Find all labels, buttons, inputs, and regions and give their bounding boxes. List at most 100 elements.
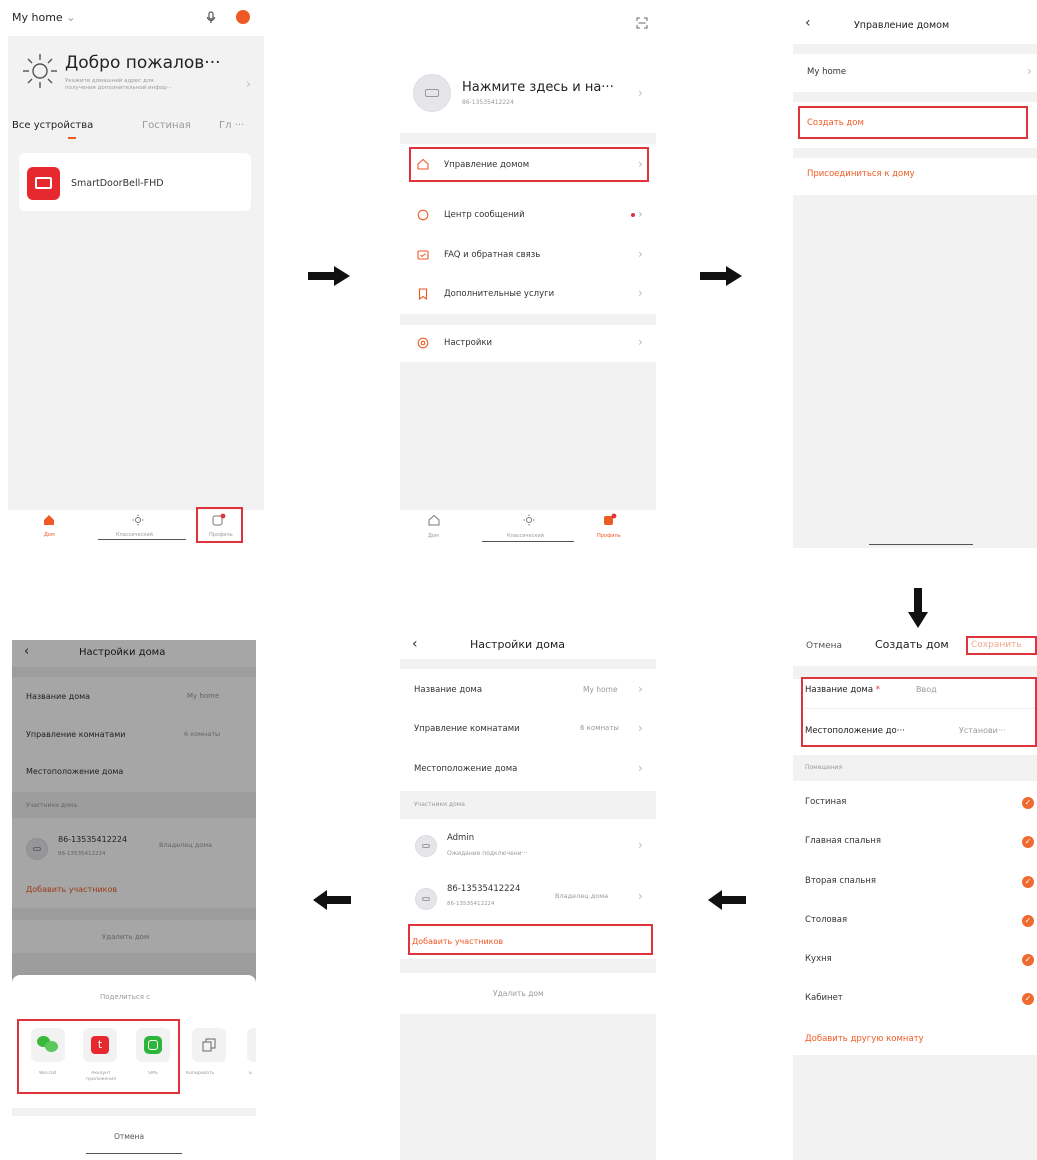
tab-living-room[interactable]: Гостиная	[142, 120, 191, 131]
rooms-header: Помещения	[805, 764, 843, 771]
avatar	[415, 888, 437, 910]
arrow-right-icon	[700, 266, 742, 286]
nav-classic-label: Классический	[116, 532, 153, 538]
menu-message-center[interactable]: Центр сообщений	[444, 210, 525, 220]
copy-icon	[202, 1038, 216, 1052]
arrow-down-icon	[908, 588, 928, 628]
member-name[interactable]: Admin	[447, 833, 474, 843]
home-indicator	[482, 541, 574, 542]
highlight-add-member	[408, 924, 653, 955]
tab-more[interactable]: Гл ···	[219, 120, 244, 131]
home-indicator	[869, 544, 973, 545]
room-item: Вторая спальня	[805, 876, 876, 886]
home-item[interactable]: My home	[807, 67, 846, 77]
device-name: SmartDoorBell-FHD	[71, 178, 164, 189]
bookmark-icon	[418, 288, 428, 300]
home-content	[8, 36, 264, 510]
welcome-title: Добро пожалов···	[65, 53, 221, 73]
arrow-left-icon	[313, 890, 351, 910]
nav-classic-label: Классический	[507, 533, 544, 539]
home-indicator	[98, 539, 186, 540]
room-item: Гостиная	[805, 797, 847, 807]
tab-active-indicator	[68, 137, 76, 139]
profile-nav-icon[interactable]	[603, 513, 617, 526]
check-icon[interactable]: ✓	[1022, 797, 1034, 809]
room-management-label: Управление комнатами	[414, 724, 520, 734]
share-cancel-button[interactable]: Отмена	[114, 1132, 144, 1141]
settings-icon	[417, 337, 429, 349]
nav-profile-label: Профиль	[597, 533, 621, 539]
highlight-share-options	[17, 1019, 180, 1094]
check-icon[interactable]: ✓	[1022, 836, 1034, 848]
home-nav-icon[interactable]	[43, 514, 55, 526]
check-icon[interactable]: ✓	[1022, 993, 1034, 1005]
share-title: Поделиться с	[100, 993, 151, 1001]
more-label: Б	[249, 1071, 253, 1076]
panel-home: My home ⌄ Добро пожалов··· Укажите домаш…	[8, 0, 264, 545]
page-title: Управление домом	[854, 20, 950, 31]
room-item: Главная спальня	[805, 836, 881, 846]
menu-settings[interactable]: Настройки	[444, 338, 492, 348]
room-item: Столовая	[805, 915, 848, 925]
more-option[interactable]	[247, 1028, 256, 1062]
menu-extra-services[interactable]: Дополнительные услуги	[444, 289, 554, 299]
check-icon[interactable]: ✓	[1022, 876, 1034, 888]
unread-dot	[631, 213, 635, 217]
check-icon[interactable]: ✓	[1022, 954, 1034, 966]
classic-nav-icon[interactable]	[132, 514, 144, 526]
welcome-chevron-icon[interactable]: ›	[246, 77, 251, 91]
join-home-button[interactable]: Присоединиться к дому	[807, 169, 915, 179]
profile-title[interactable]: Нажмите здесь и на···	[462, 80, 614, 95]
panel-create-home: Отмена Создать дом Сохранить Название до…	[793, 628, 1037, 1160]
arrow-right-icon	[308, 266, 350, 286]
member-role: Владелец дома	[555, 892, 609, 900]
highlight-create-home	[798, 106, 1028, 139]
copy-option[interactable]	[192, 1028, 226, 1062]
highlight-save	[966, 636, 1037, 655]
home-location-label[interactable]: Местоположение дома	[414, 764, 517, 774]
back-icon[interactable]: ‹	[412, 636, 418, 652]
highlight-name-location	[801, 677, 1037, 747]
highlight-profile-tab	[196, 507, 243, 543]
add-device-button[interactable]	[236, 10, 250, 24]
room-item: Кухня	[805, 954, 832, 964]
add-room-button[interactable]: Добавить другую комнату	[805, 1034, 924, 1044]
member-name[interactable]: 86-13535412224	[447, 884, 520, 894]
faq-icon	[417, 250, 429, 260]
delete-home-button[interactable]: Удалить дом	[493, 989, 544, 998]
tab-all-devices[interactable]: Все устройства	[12, 120, 93, 131]
avatar	[415, 835, 437, 857]
room-count[interactable]: 6 комнаты	[580, 724, 619, 732]
back-icon[interactable]: ‹	[805, 15, 811, 31]
home-indicator	[86, 1153, 182, 1154]
panel-profile: Нажмите здесь и на··· 86-13535412224 › У…	[400, 0, 656, 548]
avatar[interactable]	[413, 74, 451, 112]
welcome-subtitle-1: Укажите домашний адрес для	[65, 78, 154, 84]
panel-home-settings: ‹ Настройки дома Название дома My home ›…	[400, 628, 656, 1160]
page-title: Создать дом	[875, 638, 949, 651]
member-phone: 86-13535412224	[447, 901, 495, 907]
microphone-icon[interactable]	[206, 11, 216, 24]
home-name-value[interactable]: My home	[583, 685, 618, 694]
copy-label: Копировать	[186, 1071, 215, 1076]
doorbell-device-icon	[27, 167, 60, 200]
members-header: Участники дома	[414, 801, 465, 808]
home-selector[interactable]: My home ⌄	[12, 11, 75, 24]
welcome-subtitle-2: получения дополнительной инфор···	[65, 85, 173, 91]
sun-icon	[23, 54, 57, 88]
profile-chevron-icon: ›	[638, 86, 643, 100]
classic-nav-icon[interactable]	[523, 514, 535, 526]
home-nav-icon[interactable]	[428, 514, 440, 526]
dim-overlay[interactable]	[12, 640, 256, 985]
check-icon[interactable]: ✓	[1022, 915, 1034, 927]
cancel-button[interactable]: Отмена	[806, 641, 842, 651]
menu-faq[interactable]: FAQ и обратная связь	[444, 250, 540, 260]
message-center-icon	[417, 209, 429, 221]
panel-share-sheet: ‹ Настройки дома Название дома My home У…	[12, 640, 256, 1160]
page-title: Настройки дома	[470, 638, 565, 651]
scan-icon[interactable]	[636, 17, 648, 29]
room-item: Кабинет	[805, 993, 843, 1003]
nav-home-label: Дом	[428, 533, 439, 539]
panel-home-management: ‹ Управление домом My home › Создать дом…	[793, 0, 1037, 548]
highlight-home-management	[409, 147, 649, 182]
